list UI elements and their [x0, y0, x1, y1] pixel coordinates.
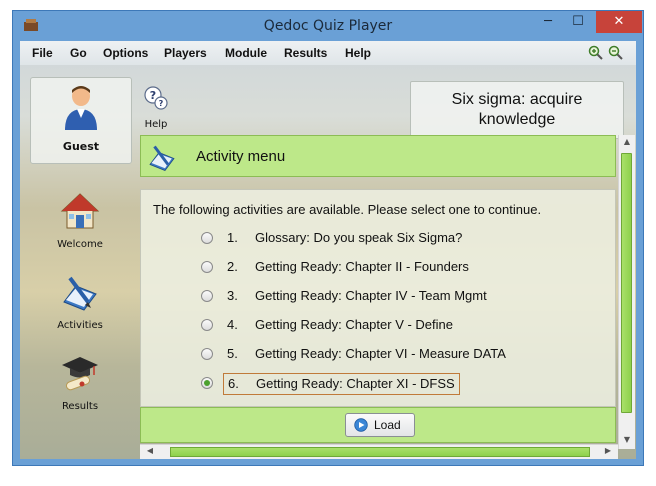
menu-results[interactable]: Results — [284, 46, 327, 60]
horizontal-scrollbar[interactable]: ◀ ▶ — [140, 444, 618, 459]
load-label: Load — [374, 418, 401, 432]
app-window: Qedoc Quiz Player ─ ☐ ✕ File Go Options … — [12, 10, 644, 466]
svg-text:?: ? — [159, 99, 164, 108]
activity-label: 5. Getting Ready: Chapter VI - Measure DA… — [227, 346, 506, 361]
menu-bar: File Go Options Players Module Results H… — [20, 41, 636, 65]
book-pen-icon — [63, 276, 97, 311]
title-bar[interactable]: Qedoc Quiz Player ─ ☐ ✕ — [13, 11, 643, 41]
quiz-title-line1: Six sigma: acquire — [451, 91, 583, 108]
activity-option-1[interactable]: 1. Glossary: Do you speak Six Sigma? — [201, 228, 601, 250]
close-button[interactable]: ✕ — [596, 11, 642, 33]
load-button[interactable]: Load — [345, 413, 415, 437]
activity-option-3[interactable]: 3. Getting Ready: Chapter IV - Team Mgmt — [201, 286, 601, 308]
quiz-title-line2: knowledge — [478, 111, 556, 128]
vertical-scrollbar[interactable]: ▲ ▼ — [618, 135, 635, 449]
menu-file[interactable]: File — [32, 46, 53, 60]
panel-title: Activity menu — [196, 148, 286, 165]
graduation-cap-icon — [62, 357, 98, 391]
activity-list-panel: The following activities are available. … — [140, 189, 616, 407]
menu-go[interactable]: Go — [70, 46, 87, 60]
activity-label: 3. Getting Ready: Chapter IV - Team Mgmt — [227, 288, 487, 303]
radio-button-selected[interactable] — [201, 377, 213, 389]
scroll-left-icon[interactable]: ◀ — [142, 446, 158, 455]
nav-activities[interactable]: Activities — [30, 272, 130, 344]
radio-button[interactable] — [201, 290, 213, 302]
scroll-up-icon[interactable]: ▲ — [619, 137, 635, 146]
activity-label: 2. Getting Ready: Chapter II - Founders — [227, 259, 469, 274]
user-avatar-icon — [65, 86, 97, 130]
help-button[interactable]: ? ? Help — [138, 85, 174, 135]
nav-results[interactable]: Results — [30, 353, 130, 425]
nav-results-label: Results — [61, 401, 99, 412]
activity-label-selected: 6. Getting Ready: Chapter XI - DFSS — [223, 373, 460, 395]
nav-activities-label: Activities — [57, 320, 103, 331]
play-icon — [354, 418, 368, 432]
activity-label: 1. Glossary: Do you speak Six Sigma? — [227, 230, 463, 245]
vertical-scroll-thumb[interactable] — [621, 153, 632, 413]
radio-button[interactable] — [201, 348, 213, 360]
quiz-title-box: Six sigma: acquire knowledge — [410, 81, 624, 139]
nav-welcome[interactable]: Welcome — [30, 191, 130, 263]
radio-button[interactable] — [201, 261, 213, 273]
activity-menu-footer: Load — [140, 407, 616, 443]
help-question-icon: ? ? — [144, 86, 168, 110]
zoom-out-icon[interactable] — [608, 45, 624, 61]
scroll-down-icon[interactable]: ▼ — [619, 435, 635, 444]
activity-option-5[interactable]: 5. Getting Ready: Chapter VI - Measure DA… — [201, 344, 601, 366]
user-name: Guest — [62, 140, 100, 153]
activity-option-2[interactable]: 2. Getting Ready: Chapter II - Founders — [201, 257, 601, 279]
menu-options[interactable]: Options — [103, 46, 148, 60]
book-pen-icon — [149, 145, 175, 171]
client-area: File Go Options Players Module Results H… — [20, 41, 636, 459]
menu-help[interactable]: Help — [345, 46, 371, 60]
activity-option-6[interactable]: 6. Getting Ready: Chapter XI - DFSS — [201, 373, 601, 395]
activity-option-4[interactable]: 4. Getting Ready: Chapter V - Define — [201, 315, 601, 337]
menu-module[interactable]: Module — [225, 46, 267, 60]
radio-button[interactable] — [201, 319, 213, 331]
scroll-right-icon[interactable]: ▶ — [600, 446, 616, 455]
zoom-in-icon[interactable] — [588, 45, 604, 61]
user-profile-button[interactable]: Guest — [30, 77, 132, 164]
maximize-button[interactable]: ☐ — [563, 11, 593, 33]
horizontal-scroll-thumb[interactable] — [170, 447, 590, 457]
activity-intro-text: The following activities are available. … — [153, 202, 542, 217]
menu-players[interactable]: Players — [164, 46, 207, 60]
radio-button[interactable] — [201, 232, 213, 244]
help-label: Help — [144, 119, 168, 130]
house-icon — [60, 193, 100, 229]
nav-welcome-label: Welcome — [57, 239, 103, 250]
activity-menu-header: Activity menu — [140, 135, 616, 177]
activity-label: 4. Getting Ready: Chapter V - Define — [227, 317, 453, 332]
minimize-button[interactable]: ─ — [533, 11, 563, 33]
